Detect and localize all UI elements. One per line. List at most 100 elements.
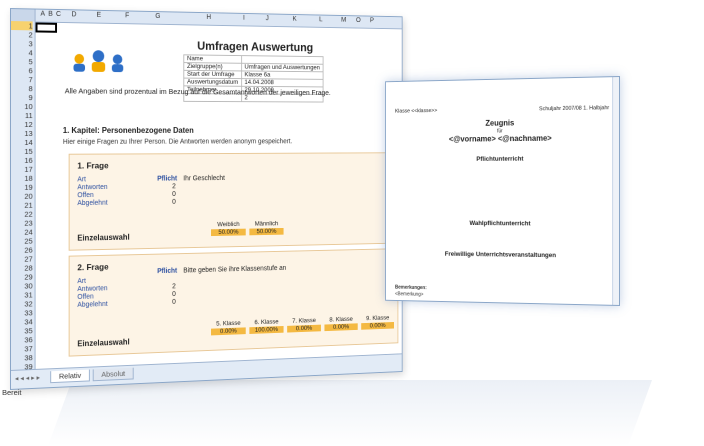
percent-note: Alle Angaben sind prozentual im Bezug au… xyxy=(64,86,331,97)
column-letter[interactable]: C xyxy=(56,11,61,18)
row-number[interactable]: 4 xyxy=(11,48,33,57)
row-number[interactable]: 10 xyxy=(11,102,32,111)
column-letter[interactable]: P xyxy=(370,18,374,25)
answer-percent: 0.00% xyxy=(211,327,246,336)
row-number[interactable]: 12 xyxy=(11,120,32,129)
sheet-tab-absolut[interactable]: Absolut xyxy=(92,367,134,382)
chapter-intro: Hier einige Fragen zu Ihrer Person. Die … xyxy=(62,138,293,146)
answer-option: 5. Klasse 0.00% xyxy=(211,320,246,336)
row-number[interactable]: 22 xyxy=(11,210,32,219)
row-number[interactable]: 16 xyxy=(11,156,32,165)
answer-label: Männlich xyxy=(254,220,279,228)
question-type: Einzelauswahl xyxy=(77,337,130,349)
column-letter[interactable]: K xyxy=(293,16,297,23)
row-number[interactable]: 1 xyxy=(10,21,33,31)
offen-label: Offen xyxy=(77,192,94,200)
antworten-value: 2 xyxy=(172,183,176,191)
answer-percent: 50.00% xyxy=(211,228,246,237)
question-text: Ihr Geschlecht xyxy=(183,175,225,183)
abgelehnt-value: 0 xyxy=(172,198,176,206)
row-number[interactable]: 11 xyxy=(11,111,33,120)
column-letter[interactable]: G xyxy=(155,13,160,20)
meta-label: Auswertungsdatum xyxy=(183,78,242,87)
sheet-nav-arrows-icon[interactable]: ◂◂◂▸▸ xyxy=(15,374,42,383)
cell-area[interactable]: Umfragen Auswertung Name Zielgruppe(n) Um… xyxy=(35,22,402,370)
answer-option: 8. Klasse 0.00% xyxy=(324,315,358,332)
row-number[interactable]: 3 xyxy=(11,39,33,48)
row-number[interactable]: 15 xyxy=(11,147,32,156)
offen-row: Offen 0 xyxy=(77,291,175,301)
report-title: Umfragen Auswertung xyxy=(197,39,314,55)
answer-option: 6. Klasse 100.00% xyxy=(249,318,284,334)
row-number[interactable]: 2 xyxy=(11,30,33,39)
abgelehnt-row: Abgelehnt 0 xyxy=(77,299,175,309)
art-label: Art xyxy=(77,176,86,184)
column-letter[interactable]: F xyxy=(125,12,129,19)
meta-label: Start der Umfrage xyxy=(183,70,242,79)
meta-label: Zielgruppe(n) xyxy=(183,62,242,71)
row-number[interactable]: 7 xyxy=(11,75,33,84)
row-number[interactable]: 19 xyxy=(11,183,32,192)
offen-value: 0 xyxy=(172,291,176,299)
document-scrollbar[interactable] xyxy=(612,77,620,305)
section-pflichtunterricht: Pflichtunterricht xyxy=(476,155,524,163)
spreadsheet-window[interactable]: ABCDEFGHIJKLMOP 1 2 3 4 5 6 7 8 9 10 11 12 13 14 15 16 1… xyxy=(10,8,403,390)
column-letter[interactable]: A xyxy=(40,11,45,18)
section-wahlpflicht: Wahlpflichtunterricht xyxy=(469,220,531,228)
row-number[interactable]: 8 xyxy=(11,84,33,93)
question-title: 1. Frage xyxy=(77,160,109,171)
column-letter[interactable]: O xyxy=(356,17,361,24)
row-number[interactable]: 14 xyxy=(11,138,32,147)
klasse-field: Klasse <<klasse>> xyxy=(395,108,438,115)
antworten-value: 2 xyxy=(172,283,176,291)
column-letter[interactable]: D xyxy=(72,11,77,18)
row-number[interactable]: 23 xyxy=(11,219,32,228)
row-header: 1 2 3 4 5 6 7 8 9 10 11 12 13 14 15 16 17 18 19 20 21 22 23 24 2… xyxy=(10,21,36,371)
row-number[interactable]: 13 xyxy=(11,129,32,138)
question-2-box: 2. Frage Pflicht Bitte geben Sie ihre Kl… xyxy=(68,248,399,357)
column-letter[interactable]: H xyxy=(206,14,211,21)
status-ready: Bereit xyxy=(2,387,22,398)
column-letter[interactable]: B xyxy=(48,11,53,18)
column-letter[interactable]: L xyxy=(319,16,322,23)
answer-bars: 5. Klasse 0.00% 6. Klasse 100.00% 7. Klass… xyxy=(211,315,395,336)
row-number[interactable]: 5 xyxy=(11,57,33,66)
row-number[interactable]: 24 xyxy=(11,228,32,237)
section-freiwillig: Freiwillige Unterrichtsveranstaltungen xyxy=(444,250,557,260)
row-number[interactable]: 18 xyxy=(11,174,32,183)
offen-row: Offen 0 xyxy=(77,191,175,200)
row-number[interactable]: 20 xyxy=(11,192,32,201)
answer-percent: 0.00% xyxy=(361,321,395,330)
question-text: Bitte geben Sie ihre Klassenstufe an xyxy=(183,265,287,275)
column-letter[interactable]: J xyxy=(266,15,269,22)
answer-percent: 100.00% xyxy=(249,326,284,334)
select-all-corner[interactable] xyxy=(10,9,36,22)
answer-label: 5. Klasse xyxy=(216,319,241,328)
row-number[interactable]: 17 xyxy=(11,165,32,174)
column-letter[interactable]: M xyxy=(341,17,346,24)
abgelehnt-value: 0 xyxy=(172,298,176,306)
column-letter[interactable]: I xyxy=(243,15,245,22)
bemerkung-field: <Bemerkung> xyxy=(395,291,424,298)
offen-label: Offen xyxy=(77,293,94,301)
selected-cell[interactable] xyxy=(35,22,58,33)
sheet-tab-relativ[interactable]: Relativ xyxy=(50,369,90,384)
row-number[interactable]: 21 xyxy=(11,201,32,210)
report-card-document[interactable]: Klasse <<klasse>> Schuljahr 2007/08 1. H… xyxy=(385,76,620,306)
antworten-label: Antworten xyxy=(77,285,108,294)
column-letter[interactable]: E xyxy=(97,12,101,19)
abgelehnt-label: Abgelehnt xyxy=(77,300,108,309)
answer-label: 8. Klasse xyxy=(329,315,353,324)
pflicht-label: Pflicht xyxy=(157,175,178,183)
meta-value: Umfragen und Auswertungen xyxy=(241,63,323,72)
bemerkungen-label: Bemerkungen: xyxy=(395,284,427,292)
row-number[interactable]: 9 xyxy=(11,93,33,102)
answer-percent: 0.00% xyxy=(287,324,321,333)
answer-option: Männlich 50.00% xyxy=(249,220,284,236)
row-number[interactable]: 25 xyxy=(11,237,32,246)
answer-option: 7. Klasse 0.00% xyxy=(287,317,321,333)
survey-logo-icon xyxy=(73,50,124,73)
document-header: Klasse <<klasse>> Schuljahr 2007/08 1. H… xyxy=(395,105,609,114)
row-number[interactable]: 6 xyxy=(11,66,33,75)
pflicht-label: Pflicht xyxy=(157,267,178,276)
